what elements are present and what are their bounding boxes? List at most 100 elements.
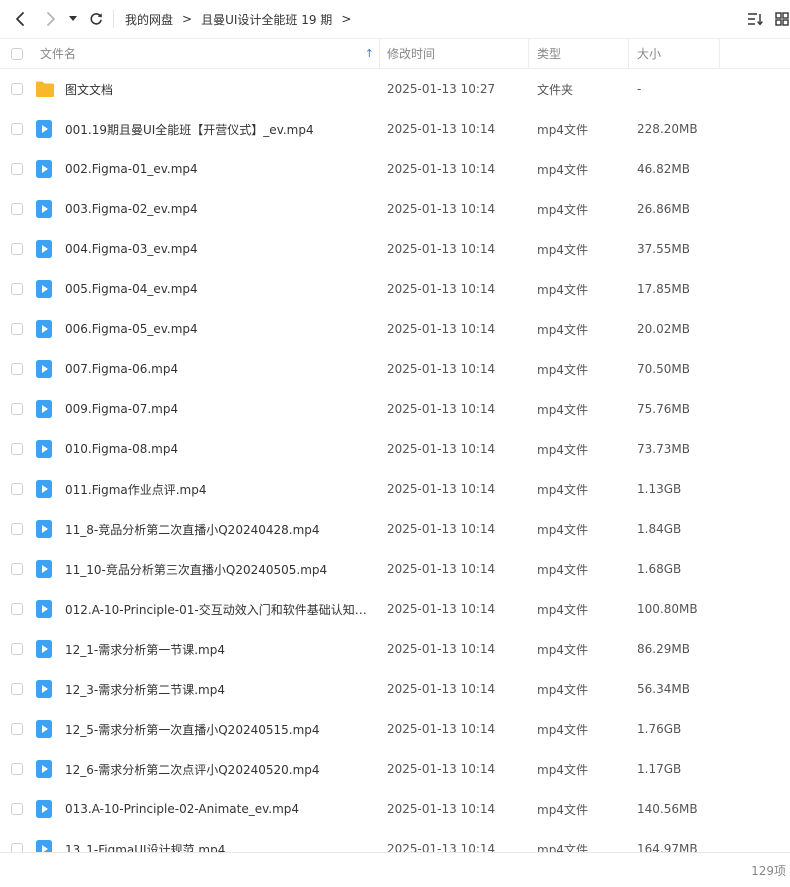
column-header-name-label: 文件名 bbox=[40, 47, 77, 61]
video-icon bbox=[35, 149, 53, 189]
file-size: 73.73MB bbox=[637, 442, 690, 456]
row-checkbox[interactable] bbox=[11, 683, 23, 695]
file-name: 11_10-竞品分析第三次直播小Q20240505.mp4 bbox=[65, 562, 328, 577]
refresh-icon bbox=[90, 13, 102, 25]
table-row[interactable]: 013.A-10-Principle-02-Animate_ev.mp4 2025… bbox=[0, 789, 790, 829]
history-dropdown-button[interactable] bbox=[66, 9, 80, 29]
row-checkbox[interactable] bbox=[11, 483, 23, 495]
row-checkbox[interactable] bbox=[11, 563, 23, 575]
row-checkbox[interactable] bbox=[11, 523, 23, 535]
file-name: 11_8-竞品分析第二次直播小Q20240428.mp4 bbox=[65, 522, 320, 537]
table-row[interactable]: 011.Figma作业点评.mp4 2025-01-13 10:14 mp4文件 1.… bbox=[0, 469, 790, 509]
row-checkbox[interactable] bbox=[11, 243, 23, 255]
row-select-cell bbox=[11, 229, 23, 269]
modified-time: 2025-01-13 10:14 bbox=[387, 682, 496, 696]
file-size: 56.34MB bbox=[637, 682, 690, 696]
row-checkbox[interactable] bbox=[11, 363, 23, 375]
column-divider bbox=[379, 39, 380, 68]
grid-view-button[interactable] bbox=[773, 10, 790, 28]
row-checkbox[interactable] bbox=[11, 323, 23, 335]
modified-time: 2025-01-13 10:14 bbox=[387, 442, 496, 456]
file-size: 100.80MB bbox=[637, 602, 698, 616]
file-type: mp4文件 bbox=[537, 682, 588, 697]
file-name: 013.A-10-Principle-02-Animate_ev.mp4 bbox=[65, 802, 300, 816]
table-row[interactable]: 012.A-10-Principle-01-交互动效入门和软件基础认知_... 2… bbox=[0, 589, 790, 629]
file-name: 005.Figma-04_ev.mp4 bbox=[65, 282, 198, 296]
row-select-cell bbox=[11, 349, 23, 389]
row-checkbox[interactable] bbox=[11, 803, 23, 815]
column-header-type[interactable]: 类型 bbox=[537, 39, 627, 68]
file-size: 1.17GB bbox=[637, 762, 682, 776]
file-name-cell: 12_5-需求分析第一次直播小Q20240515.mp4 bbox=[65, 709, 370, 749]
table-row[interactable]: 12_5-需求分析第一次直播小Q20240515.mp4 2025-01-13 1… bbox=[0, 709, 790, 749]
file-type: mp4文件 bbox=[537, 482, 588, 497]
breadcrumb-item-current[interactable]: 且曼UI设计全能班 19 期 bbox=[201, 11, 332, 28]
row-checkbox[interactable] bbox=[11, 83, 23, 95]
file-type: mp4文件 bbox=[537, 242, 588, 257]
back-button[interactable] bbox=[10, 9, 30, 29]
row-select-cell bbox=[11, 149, 23, 189]
file-size: 20.02MB bbox=[637, 322, 690, 336]
file-name: 007.Figma-06.mp4 bbox=[65, 362, 179, 376]
modified-time: 2025-01-13 10:14 bbox=[387, 402, 496, 416]
table-row[interactable]: 11_8-竞品分析第二次直播小Q20240428.mp4 2025-01-13 1… bbox=[0, 509, 790, 549]
table-row[interactable]: 003.Figma-02_ev.mp4 2025-01-13 10:14 mp4文件… bbox=[0, 189, 790, 229]
table-row[interactable]: 004.Figma-03_ev.mp4 2025-01-13 10:14 mp4文件… bbox=[0, 229, 790, 269]
sort-button[interactable] bbox=[746, 10, 764, 28]
table-row[interactable]: 007.Figma-06.mp4 2025-01-13 10:14 mp4文件 70.… bbox=[0, 349, 790, 389]
file-size: 1.68GB bbox=[637, 562, 682, 576]
file-name: 12_6-需求分析第二次点评小Q20240520.mp4 bbox=[65, 762, 320, 777]
select-all-checkbox[interactable] bbox=[11, 47, 23, 60]
table-row[interactable]: 12_6-需求分析第二次点评小Q20240520.mp4 2025-01-13 1… bbox=[0, 749, 790, 789]
table-row[interactable]: 002.Figma-01_ev.mp4 2025-01-13 10:14 mp4文件… bbox=[0, 149, 790, 189]
column-header-name[interactable]: 文件名 ↑ bbox=[40, 39, 376, 68]
row-checkbox[interactable] bbox=[11, 603, 23, 615]
modified-time: 2025-01-13 10:14 bbox=[387, 282, 496, 296]
row-checkbox[interactable] bbox=[11, 163, 23, 175]
row-checkbox[interactable] bbox=[11, 123, 23, 135]
row-select-cell bbox=[11, 109, 23, 149]
row-checkbox[interactable] bbox=[11, 723, 23, 735]
table-row[interactable]: 12_3-需求分析第二节课.mp4 2025-01-13 10:14 mp4文件 56… bbox=[0, 669, 790, 709]
row-checkbox[interactable] bbox=[11, 443, 23, 455]
file-name: 006.Figma-05_ev.mp4 bbox=[65, 322, 198, 336]
breadcrumb: 我的网盘 > 且曼UI设计全能班 19 期 > bbox=[125, 0, 360, 38]
table-row[interactable]: 001.19期且曼UI全能班【开营仪式】_ev.mp4 2025-01-13 10… bbox=[0, 109, 790, 149]
table-row[interactable]: 11_10-竞品分析第三次直播小Q20240505.mp4 2025-01-13 … bbox=[0, 549, 790, 589]
column-header-size[interactable]: 大小 bbox=[637, 39, 717, 68]
table-row[interactable]: 010.Figma-08.mp4 2025-01-13 10:14 mp4文件 73.… bbox=[0, 429, 790, 469]
row-checkbox[interactable] bbox=[11, 843, 23, 852]
video-icon bbox=[35, 429, 53, 469]
row-select-cell bbox=[11, 69, 23, 109]
table-row[interactable]: 006.Figma-05_ev.mp4 2025-01-13 10:14 mp4文件… bbox=[0, 309, 790, 349]
video-icon bbox=[35, 109, 53, 149]
video-icon bbox=[35, 629, 53, 669]
forward-button[interactable] bbox=[41, 9, 61, 29]
file-type: mp4文件 bbox=[537, 322, 588, 337]
table-row[interactable]: 图文文档 2025-01-13 10:27 文件夹 - bbox=[0, 69, 790, 109]
file-name: 009.Figma-07.mp4 bbox=[65, 402, 179, 416]
row-checkbox[interactable] bbox=[11, 203, 23, 215]
file-size: 37.55MB bbox=[637, 242, 690, 256]
file-size: 46.82MB bbox=[637, 162, 690, 176]
modified-time: 2025-01-13 10:14 bbox=[387, 802, 496, 816]
refresh-button[interactable] bbox=[86, 9, 106, 29]
breadcrumb-item-root[interactable]: 我的网盘 bbox=[125, 11, 173, 28]
file-size: 140.56MB bbox=[637, 802, 698, 816]
row-checkbox[interactable] bbox=[11, 643, 23, 655]
table-row[interactable]: 13_1-FigmaUI设计规范.mp4 2025-01-13 10:14 mp4文… bbox=[0, 829, 790, 852]
row-select-cell bbox=[11, 189, 23, 229]
row-checkbox[interactable] bbox=[11, 283, 23, 295]
row-checkbox[interactable] bbox=[11, 403, 23, 415]
table-row[interactable]: 009.Figma-07.mp4 2025-01-13 10:14 mp4文件 75.… bbox=[0, 389, 790, 429]
column-header-modified[interactable]: 修改时间 bbox=[387, 39, 527, 68]
file-size: - bbox=[637, 82, 642, 96]
column-header-size-label: 大小 bbox=[637, 47, 662, 61]
table-row[interactable]: 12_1-需求分析第一节课.mp4 2025-01-13 10:14 mp4文件 86… bbox=[0, 629, 790, 669]
table-row[interactable]: 005.Figma-04_ev.mp4 2025-01-13 10:14 mp4文件… bbox=[0, 269, 790, 309]
file-name: 图文文档 bbox=[65, 82, 114, 97]
file-size: 1.76GB bbox=[637, 722, 682, 736]
file-name-cell: 图文文档 bbox=[65, 69, 370, 109]
row-checkbox[interactable] bbox=[11, 763, 23, 775]
file-name-cell: 11_8-竞品分析第二次直播小Q20240428.mp4 bbox=[65, 509, 370, 549]
